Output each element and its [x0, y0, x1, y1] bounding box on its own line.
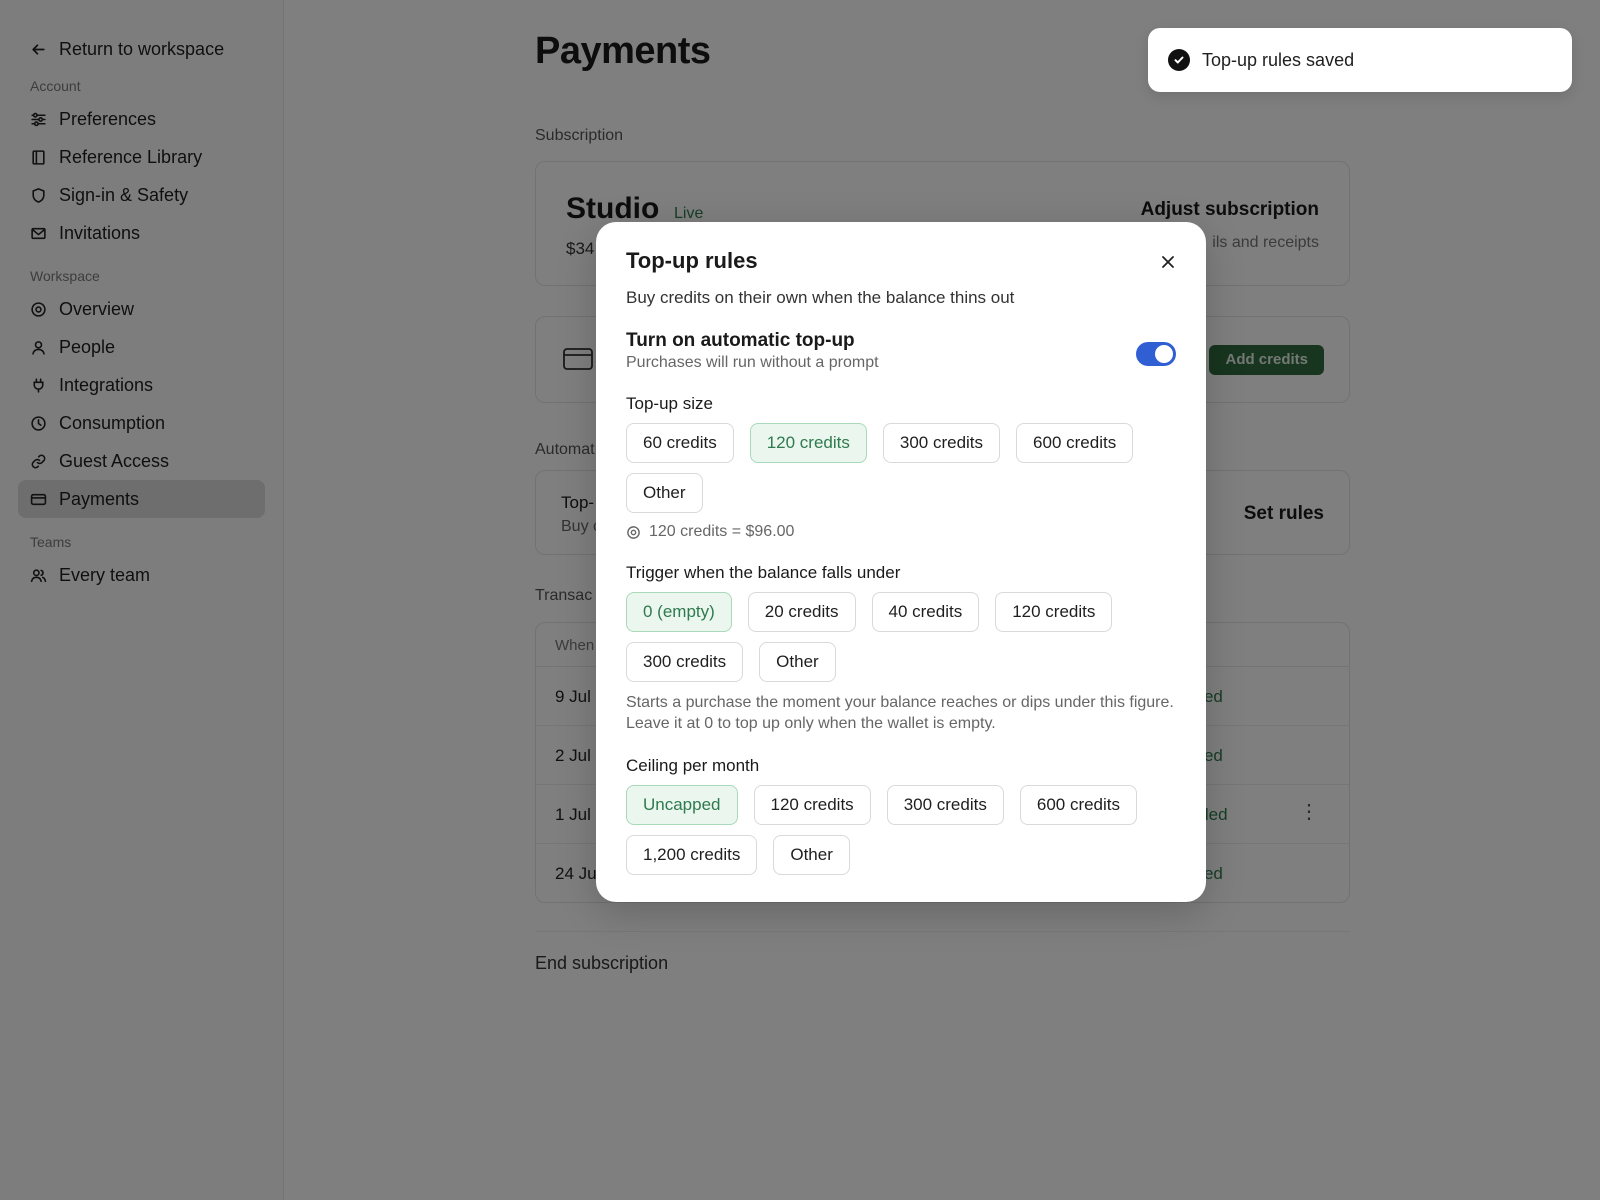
topup-rules-dialog: Top-up rules Buy credits on their own wh…: [596, 222, 1206, 902]
trigger-option[interactable]: 120 credits: [995, 592, 1113, 632]
topup-size-option[interactable]: Other: [626, 473, 703, 513]
ceiling-option[interactable]: Uncapped: [626, 785, 738, 825]
ceiling-option[interactable]: 120 credits: [753, 785, 871, 825]
ceiling-option[interactable]: 300 credits: [886, 785, 1004, 825]
trigger-options: 0 (empty) 20 credits 40 credits 120 credits…: [626, 592, 1176, 682]
toast-notification: Top-up rules saved: [1148, 28, 1572, 92]
trigger-help-text: Starts a purchase the moment your balanc…: [626, 694, 1174, 732]
ceiling-options: Uncapped 120 credits 300 credits 600 credit…: [626, 785, 1176, 875]
conversion-text: 120 credits = $96.00: [649, 523, 795, 540]
topup-size-option[interactable]: 120 credits: [749, 423, 867, 463]
toast-message: Top-up rules saved: [1202, 49, 1355, 70]
check-circle-icon: [1168, 49, 1190, 71]
target-icon: [626, 525, 641, 540]
ceiling-option[interactable]: 1,200 credits: [626, 835, 758, 875]
dialog-title: Top-up rules: [626, 248, 758, 273]
toggle-title: Turn on automatic top-up: [626, 330, 855, 351]
topup-size-label: Top-up size: [626, 394, 713, 413]
dialog-subtitle: Buy credits on their own when the balanc…: [626, 288, 1015, 307]
topup-size-option[interactable]: 60 credits: [626, 423, 734, 463]
topup-size-options: 60 credits 120 credits 300 credits 600 cred…: [626, 423, 1176, 513]
topup-size-option[interactable]: 300 credits: [882, 423, 1001, 463]
ceiling-label: Ceiling per month: [626, 756, 760, 775]
credit-conversion: 120 credits = $96.00: [626, 523, 1176, 541]
close-icon[interactable]: [1156, 250, 1180, 274]
trigger-option[interactable]: 20 credits: [747, 592, 856, 632]
trigger-label: Trigger when the balance falls under: [626, 563, 901, 582]
trigger-option[interactable]: 40 credits: [871, 592, 980, 632]
trigger-option[interactable]: Other: [759, 642, 836, 682]
ceiling-option[interactable]: Other: [773, 835, 850, 875]
trigger-option[interactable]: 0 (empty): [626, 592, 732, 632]
auto-topup-toggle[interactable]: [1136, 342, 1176, 366]
ceiling-option[interactable]: 600 credits: [1019, 785, 1138, 825]
trigger-option[interactable]: 300 credits: [626, 642, 744, 682]
topup-size-option[interactable]: 600 credits: [1016, 423, 1134, 463]
auto-topup-toggle-row: Turn on automatic top-up Purchases will …: [626, 330, 1176, 374]
toggle-desc: Purchases will run without a prompt: [626, 354, 879, 371]
